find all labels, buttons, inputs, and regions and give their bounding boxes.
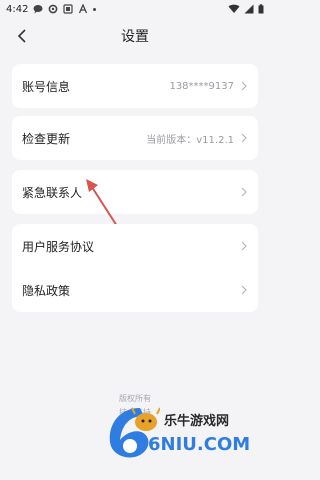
chat-bubble-icon — [33, 5, 43, 14]
emergency-contact-row[interactable]: 紧急联系人 — [12, 170, 258, 214]
update-card: 检查更新 当前版本：v11.2.1 — [12, 116, 258, 160]
chevron-right-icon — [241, 133, 247, 143]
user-agreement-label: 用户服务协议 — [22, 239, 95, 254]
status-time: 4:42 — [6, 3, 29, 15]
chevron-right-icon — [241, 241, 247, 251]
privacy-policy-row[interactable]: 隐私政策 — [12, 268, 258, 312]
chevron-left-icon — [17, 29, 26, 43]
font-a-icon — [79, 4, 88, 14]
account-info-right: 138****9137 — [169, 81, 248, 92]
page-title: 设置 — [121, 29, 149, 45]
chevron-right-icon — [241, 81, 247, 91]
privacy-policy-label: 隐私政策 — [22, 283, 71, 298]
chevron-right-icon — [241, 187, 247, 197]
wifi-icon — [228, 4, 240, 13]
back-button[interactable] — [14, 26, 30, 46]
user-agreement-row[interactable]: 用户服务协议 — [12, 224, 258, 268]
account-info-label: 账号信息 — [22, 79, 71, 94]
battery-icon — [258, 4, 264, 14]
square-notification-icon — [63, 4, 74, 14]
signal-icon — [244, 4, 254, 14]
watermark: 乐牛游戏网 6NIU.COM — [100, 398, 268, 468]
watermark-domain-text: 6NIU.COM — [148, 434, 251, 455]
status-left: 4:42 — [6, 3, 97, 15]
account-phone-value: 138****9137 — [169, 80, 234, 92]
legal-card: 用户服务协议 隐私政策 — [12, 224, 258, 312]
check-update-label: 检查更新 — [22, 131, 71, 146]
check-update-row[interactable]: 检查更新 当前版本：v11.2.1 — [12, 116, 258, 160]
emergency-contact-label: 紧急联系人 — [22, 185, 83, 200]
current-version-value: 当前版本：v11.2.1 — [146, 134, 234, 146]
status-right — [228, 4, 264, 14]
chevron-right-icon — [241, 285, 247, 295]
check-update-right: 当前版本：v11.2.1 — [146, 131, 248, 146]
status-bar: 4:42 — [0, 0, 270, 18]
account-info-row[interactable]: 账号信息 138****9137 — [12, 64, 258, 108]
emergency-card: 紧急联系人 — [12, 170, 258, 214]
account-card: 账号信息 138****9137 — [12, 64, 258, 108]
watermark-brand-text: 乐牛游戏网 — [164, 414, 230, 429]
status-dot — [93, 7, 97, 11]
gear-icon — [49, 4, 58, 14]
top-app-bar: 设置 — [0, 18, 270, 54]
